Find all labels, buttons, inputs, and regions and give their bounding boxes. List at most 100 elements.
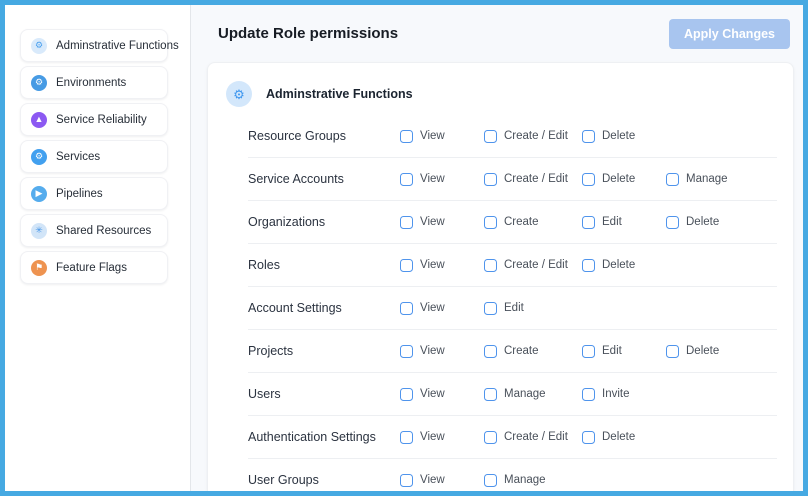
sidebar-item-services[interactable]: ⚙ Services (20, 140, 168, 173)
checkbox-label: Delete (602, 259, 635, 271)
checkbox-create-edit[interactable] (484, 431, 497, 444)
checkbox-label: Create / Edit (504, 173, 568, 185)
checkbox-label: Delete (602, 173, 635, 185)
checkbox-manage[interactable] (484, 388, 497, 401)
sidebar-item-label: Feature Flags (56, 262, 127, 274)
main-area: Update Role permissions Apply Changes ⚙ … (191, 5, 803, 491)
checkbox-view[interactable] (400, 259, 413, 272)
permission-option: Edit (582, 345, 666, 358)
checkbox-view[interactable] (400, 302, 413, 315)
checkbox-view[interactable] (400, 388, 413, 401)
permission-row-label: Organizations (248, 215, 400, 229)
sidebar-item-feature-flags[interactable]: ⚑ Feature Flags (20, 251, 168, 284)
permission-option: Create (484, 216, 582, 229)
checkbox-manage[interactable] (484, 474, 497, 487)
checkbox-delete[interactable] (582, 130, 595, 143)
checkbox-delete[interactable] (666, 216, 679, 229)
permission-option: View (400, 474, 484, 487)
permission-option: Invite (582, 388, 666, 401)
gear-icon: ⚙ (226, 81, 252, 107)
permission-option: Manage (484, 474, 582, 487)
checkbox-label: Create (504, 216, 539, 228)
checkbox-label: Invite (602, 388, 630, 400)
permissions-card: ⚙ Adminstrative Functions Resource Group… (207, 62, 794, 491)
permission-option: Create / Edit (484, 173, 582, 186)
permission-option: Manage (666, 173, 750, 186)
checkbox-create-edit[interactable] (484, 173, 497, 186)
checkbox-create-edit[interactable] (484, 130, 497, 143)
checkbox-invite[interactable] (582, 388, 595, 401)
permission-option: View (400, 259, 484, 272)
checkbox-label: View (420, 173, 445, 185)
checkbox-view[interactable] (400, 345, 413, 358)
checkbox-delete[interactable] (582, 173, 595, 186)
permission-option: View (400, 345, 484, 358)
checkbox-delete[interactable] (582, 431, 595, 444)
sidebar-nav: ⚙ Adminstrative Functions ⚙ Environments… (5, 5, 190, 491)
sidebar-item-label: Adminstrative Functions (56, 40, 179, 52)
sidebar-item-shared-resources[interactable]: ✳ Shared Resources (20, 214, 168, 247)
permission-row: Authentication Settings ViewCreate / Edi… (248, 416, 777, 459)
shield-icon: ▲ (31, 112, 47, 128)
checkbox-label: Create / Edit (504, 259, 568, 271)
sidebar-item-label: Environments (56, 77, 126, 89)
gear-icon: ⚙ (31, 75, 47, 91)
permissions-card-title: Adminstrative Functions (266, 87, 413, 101)
checkbox-label: Delete (602, 130, 635, 142)
checkbox-label: View (420, 216, 445, 228)
page-title: Update Role permissions (218, 25, 398, 42)
permission-row: Resource Groups ViewCreate / EditDelete (248, 115, 777, 158)
permission-option: View (400, 302, 484, 315)
checkbox-label: View (420, 345, 445, 357)
gear-icon: ⚙ (31, 38, 47, 54)
permission-row: Roles View Create / Edit Delete (248, 244, 777, 287)
checkbox-label: View (420, 302, 445, 314)
permission-option: View (400, 216, 484, 229)
checkbox-view[interactable] (400, 431, 413, 444)
checkbox-edit[interactable] (582, 345, 595, 358)
checkbox-create[interactable] (484, 216, 497, 229)
sidebar-item-environments[interactable]: ⚙ Environments (20, 66, 168, 99)
permission-option: Delete (666, 345, 750, 358)
permission-option: Create / Edit (484, 431, 582, 444)
sidebar-item-service-reliability[interactable]: ▲ Service Reliability (20, 103, 168, 136)
checkbox-view[interactable] (400, 474, 413, 487)
main-header: Update Role permissions Apply Changes (191, 5, 803, 62)
permission-row: Service Accounts View Create / Edit Delete… (248, 158, 777, 201)
checkbox-delete[interactable] (666, 345, 679, 358)
checkbox-label: Manage (504, 388, 546, 400)
permission-row-label: Service Accounts (248, 172, 400, 186)
permission-option: Create (484, 345, 582, 358)
checkbox-view[interactable] (400, 130, 413, 143)
checkbox-edit[interactable] (582, 216, 595, 229)
permission-option: Create / Edit (484, 259, 582, 272)
app-window: ⚙ Adminstrative Functions ⚙ Environments… (0, 0, 808, 496)
checkbox-create[interactable] (484, 345, 497, 358)
sidebar-item-label: Service Reliability (56, 114, 147, 126)
checkbox-label: View (420, 474, 445, 486)
checkbox-label: Create / Edit (504, 130, 568, 142)
sidebar-item-label: Services (56, 151, 100, 163)
sidebar-item-administrative-functions[interactable]: ⚙ Adminstrative Functions (20, 29, 168, 62)
permission-option: Delete (582, 431, 666, 444)
permission-option: View (400, 173, 484, 186)
permission-row-label: Account Settings (248, 301, 400, 315)
sidebar-item-label: Pipelines (56, 188, 103, 200)
permission-row-label: Roles (248, 258, 400, 272)
sidebar-item-pipelines[interactable]: ▶ Pipelines (20, 177, 168, 210)
checkbox-label: Edit (602, 216, 622, 228)
checkbox-view[interactable] (400, 216, 413, 229)
permission-option: Edit (484, 302, 582, 315)
apply-changes-button[interactable]: Apply Changes (669, 19, 790, 49)
permission-row-label: Projects (248, 344, 400, 358)
checkbox-delete[interactable] (582, 259, 595, 272)
checkbox-label: Create / Edit (504, 431, 568, 443)
checkbox-edit[interactable] (484, 302, 497, 315)
permission-option: Delete (582, 259, 666, 272)
permission-option: Delete (666, 216, 750, 229)
checkbox-create-edit[interactable] (484, 259, 497, 272)
checkbox-manage[interactable] (666, 173, 679, 186)
checkbox-view[interactable] (400, 173, 413, 186)
permission-row: Organizations View Create Edit Delete (248, 201, 777, 244)
checkbox-label: Delete (686, 216, 719, 228)
